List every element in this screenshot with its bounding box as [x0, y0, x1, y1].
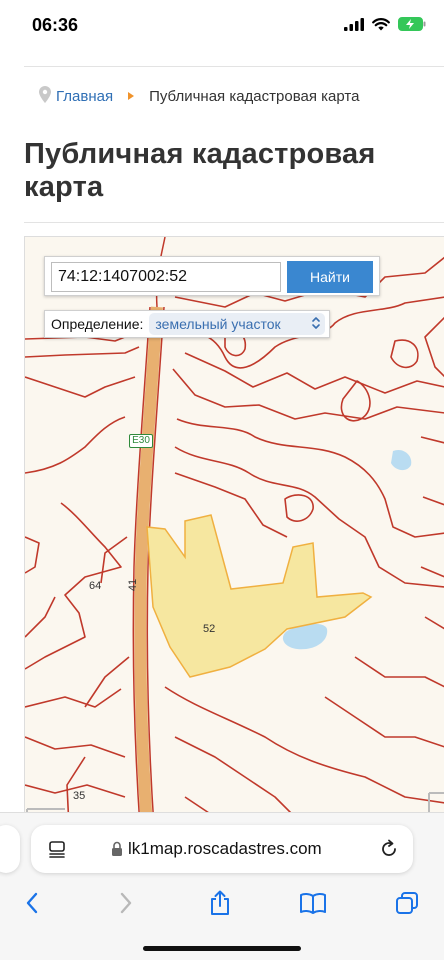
top-divider: [24, 66, 444, 67]
address-bar[interactable]: lk1map.roscadastres.com: [31, 825, 413, 873]
definition-panel: Определение: земельный участок: [44, 310, 330, 338]
back-icon[interactable]: [16, 889, 48, 917]
page-title: Публичная кадастровая карта: [24, 138, 376, 203]
parcel-52-label[interactable]: 52: [203, 623, 215, 635]
parcel-35-label[interactable]: 35: [73, 790, 85, 802]
breadcrumb: Главная Публичная кадастровая карта: [24, 84, 359, 108]
reload-icon[interactable]: [379, 839, 399, 859]
road-number-label: 41: [127, 578, 140, 592]
status-bar: 06:36: [0, 0, 444, 52]
search-panel: Найти: [44, 256, 380, 296]
tabs-list-icon[interactable]: [48, 840, 66, 858]
chevron-updown-icon: [312, 317, 321, 329]
cadastral-map[interactable]: E30 41 52 64 35 Найти Определение: земел…: [24, 236, 444, 826]
definition-select-value: земельный участок: [155, 316, 281, 332]
status-icons: [344, 17, 426, 31]
forward-icon[interactable]: [110, 889, 142, 917]
browser-toolbar: [0, 883, 444, 923]
location-pin-icon: [39, 86, 51, 103]
title-divider: [24, 222, 444, 223]
definition-label: Определение:: [51, 316, 144, 332]
road-sign-e30: E30: [129, 434, 153, 448]
bookmarks-icon[interactable]: [297, 889, 329, 917]
breadcrumb-arrow-icon: [127, 88, 135, 105]
battery-charging-icon: [398, 17, 426, 31]
lock-icon: [112, 841, 122, 856]
signal-icon: [344, 17, 364, 31]
home-indicator[interactable]: [143, 946, 301, 951]
browser-bottom-bar: lk1map.roscadastres.com: [0, 812, 444, 960]
url-text[interactable]: lk1map.roscadastres.com: [128, 839, 322, 859]
definition-select[interactable]: земельный участок: [149, 313, 326, 335]
share-icon[interactable]: [204, 889, 236, 917]
wifi-icon: [372, 17, 390, 30]
tabs-icon[interactable]: [391, 889, 423, 917]
status-time: 06:36: [32, 15, 79, 35]
breadcrumb-current: Публичная кадастровая карта: [149, 87, 360, 105]
breadcrumb-home-link[interactable]: Главная: [56, 88, 113, 105]
parcel-64-label[interactable]: 64: [89, 580, 101, 592]
cadastral-number-input[interactable]: [51, 262, 281, 292]
water-lake-1: [391, 449, 412, 471]
previous-tab-peek[interactable]: [0, 825, 20, 873]
parcel-52-shape: [146, 514, 373, 678]
search-button[interactable]: Найти: [287, 261, 373, 293]
